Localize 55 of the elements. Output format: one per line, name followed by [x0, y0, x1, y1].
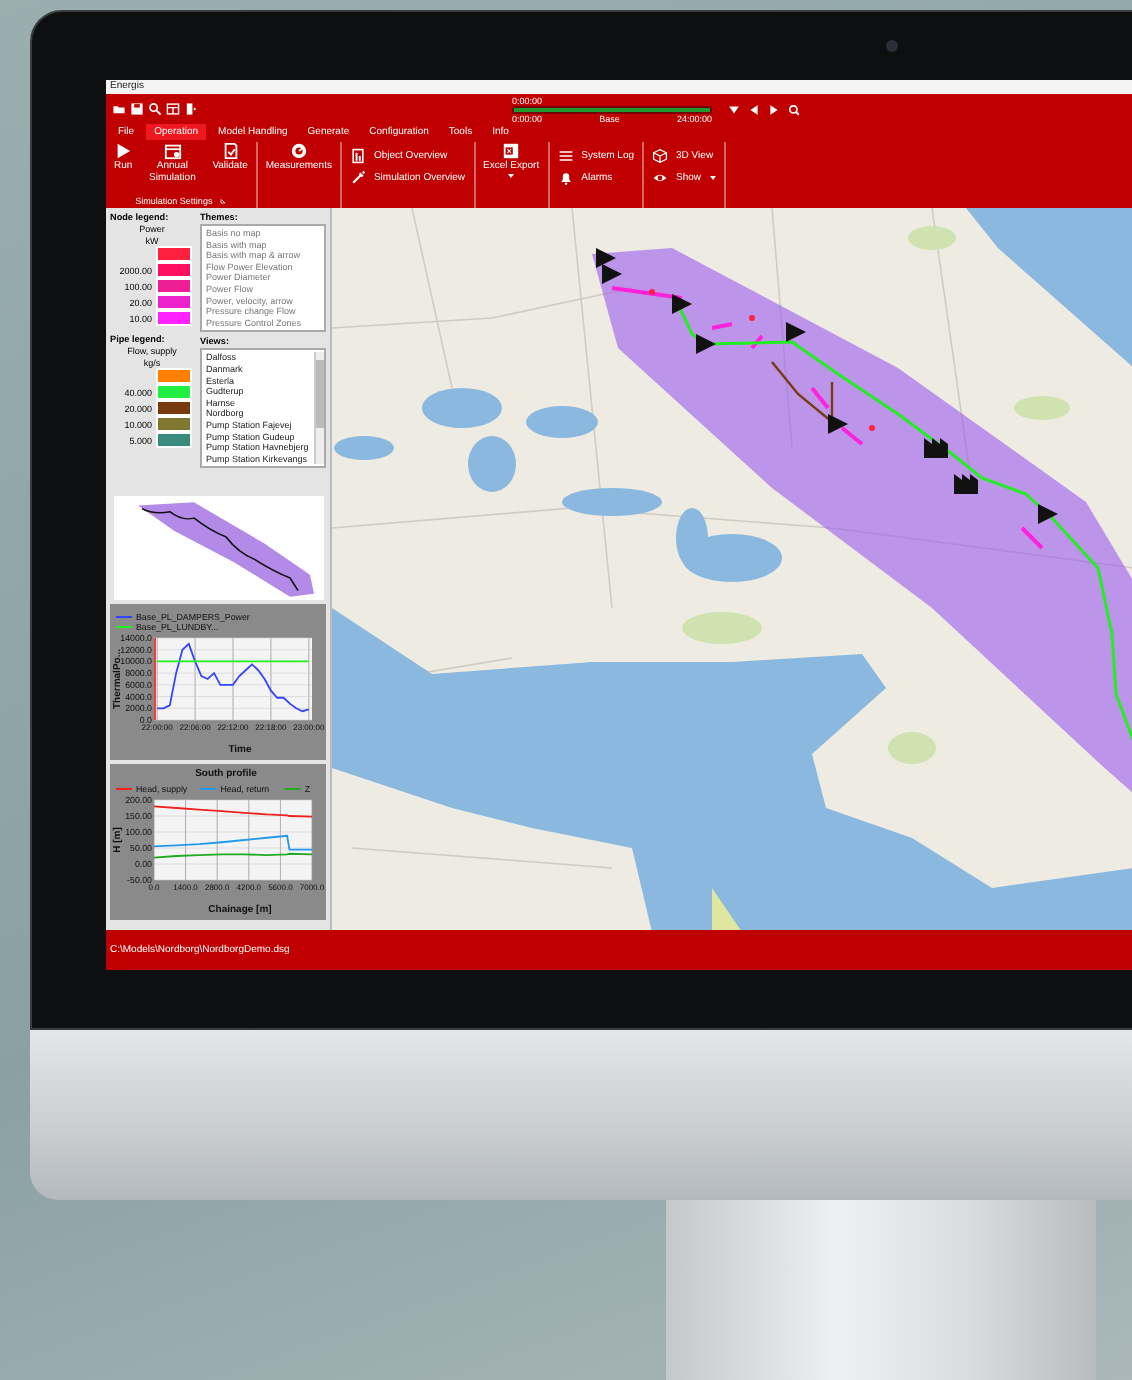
play-icon — [114, 142, 133, 160]
pump-marker[interactable] — [786, 322, 806, 342]
overview-map[interactable] — [113, 496, 323, 600]
lake — [334, 436, 394, 460]
pipe-segment — [611, 286, 683, 300]
webcam-lens — [886, 40, 898, 52]
dialog-launcher-icon[interactable] — [220, 198, 227, 204]
syringe-icon — [349, 170, 366, 186]
bar-chart-icon — [349, 148, 366, 164]
field-patch — [1014, 396, 1070, 420]
pipe-segment — [840, 426, 864, 446]
calendar-icon — [163, 142, 182, 160]
field-patch — [908, 226, 956, 250]
factory-icon[interactable] — [924, 438, 948, 458]
pipe-segment — [750, 334, 764, 350]
next-icon[interactable] — [768, 103, 780, 115]
pipe-segment — [810, 386, 830, 410]
pipe-segment — [1020, 526, 1044, 550]
folder-icon[interactable] — [112, 102, 126, 116]
field-patch — [682, 612, 762, 644]
cube-icon — [652, 148, 669, 164]
pump-marker[interactable] — [672, 294, 692, 314]
spreadsheet-icon — [502, 142, 521, 160]
list-icon — [557, 148, 574, 164]
pump-marker[interactable] — [1038, 504, 1058, 524]
pump-marker[interactable] — [696, 334, 716, 354]
factory-icon[interactable] — [954, 474, 978, 494]
eye-icon — [652, 170, 669, 186]
search-icon[interactable] — [148, 102, 162, 116]
pump-marker[interactable] — [602, 264, 622, 284]
node-dot — [869, 425, 875, 431]
time-cursor-line — [154, 637, 156, 721]
node-dot — [749, 315, 755, 321]
layout-icon[interactable] — [166, 102, 180, 116]
document-check-icon — [221, 142, 240, 160]
caret-icon — [709, 176, 716, 180]
caret-icon — [508, 173, 515, 177]
pump-marker[interactable] — [596, 248, 616, 268]
panel-icon[interactable] — [184, 102, 198, 116]
lake — [422, 388, 502, 428]
previous-icon[interactable] — [748, 103, 760, 115]
field-patch — [888, 732, 936, 764]
node-dot — [649, 289, 655, 295]
lake — [526, 406, 598, 438]
pump-marker[interactable] — [828, 414, 848, 434]
sandbar — [712, 888, 742, 930]
gauge-icon — [289, 142, 308, 160]
scrollbar[interactable] — [314, 352, 324, 465]
lake — [562, 488, 662, 516]
dropdown-arrow-icon[interactable] — [728, 103, 740, 115]
zoom-icon[interactable] — [788, 103, 800, 115]
bell-icon — [557, 170, 574, 186]
save-icon[interactable] — [130, 102, 144, 116]
pipe-segment — [711, 322, 733, 330]
lake — [468, 436, 516, 492]
